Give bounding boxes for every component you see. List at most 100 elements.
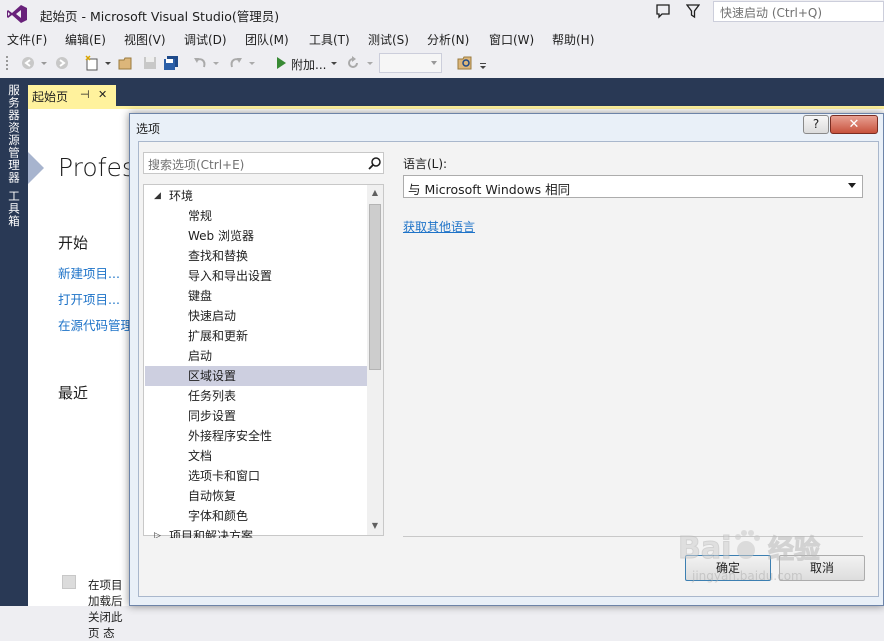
new-project-link[interactable]: 新建项目...	[58, 263, 120, 282]
window-title: 起始页 - Microsoft Visual Studio(管理员)	[40, 9, 280, 24]
forward-icon[interactable]	[54, 55, 70, 71]
menu-bar: 文件(F) 编辑(E) 视图(V) 调试(D) 团队(M) 工具(T) 测试(S…	[0, 28, 884, 50]
pin-icon[interactable]: ⊣	[80, 88, 90, 101]
start-debug-icon[interactable]	[275, 55, 287, 71]
tree-item[interactable]: 同步设置	[145, 406, 367, 426]
back-icon[interactable]	[20, 55, 36, 71]
scroll-thumb[interactable]	[369, 204, 381, 370]
tree-item[interactable]: 启动	[145, 346, 367, 366]
language-select[interactable]: 与 Microsoft Windows 相同	[403, 175, 863, 198]
tree-item-label: 自动恢复	[188, 489, 237, 503]
recent-heading: 最近	[58, 384, 89, 402]
tab-accent-line	[28, 106, 884, 109]
tree-item[interactable]: 文档	[145, 446, 367, 466]
tree-item[interactable]: 导入和导出设置	[145, 266, 367, 286]
tree-item[interactable]: 快速启动	[145, 306, 367, 326]
refresh-icon[interactable]	[345, 55, 361, 71]
new-project-icon[interactable]	[84, 55, 100, 71]
scroll-down-icon[interactable]: ▼	[369, 521, 381, 533]
tree-item[interactable]: 外接程序安全性	[145, 426, 367, 446]
toolbar: 附加...	[0, 50, 884, 78]
open-file-icon[interactable]	[118, 55, 134, 71]
menu-analyze[interactable]: 分析(N)	[427, 31, 469, 48]
expanded-arrow-icon[interactable]: ◢	[154, 186, 161, 206]
chevron-down-icon	[848, 183, 856, 188]
close-after-load-label: 在项目加载后关闭此页 态	[88, 578, 123, 640]
menu-file[interactable]: 文件(F)	[7, 31, 47, 48]
tree-item[interactable]: 自动恢复	[145, 486, 367, 506]
source-control-link[interactable]: 在源代码管理	[58, 315, 133, 334]
tree-item[interactable]: 扩展和更新	[145, 326, 367, 346]
tree-item-label: 查找和替换	[188, 249, 249, 263]
filter-icon[interactable]	[686, 3, 700, 19]
collapsed-arrow-icon[interactable]: ▷	[154, 526, 161, 538]
get-more-languages-link[interactable]: 获取其他语言	[403, 218, 475, 235]
tree-item[interactable]: 键盘	[145, 286, 367, 306]
options-search-input[interactable]: 搜索选项(Ctrl+E)	[143, 152, 384, 174]
tree-category[interactable]: ▷ 项目和解决方案	[145, 526, 367, 538]
tree-item[interactable]: 区域设置	[145, 366, 367, 386]
dialog-close-button[interactable]: ✕	[830, 115, 878, 134]
new-dropdown-icon[interactable]	[104, 55, 112, 71]
toolbox-tab[interactable]: 工具箱	[6, 190, 22, 228]
visual-studio-logo-icon	[7, 5, 27, 23]
chevron-down-icon	[431, 61, 437, 65]
tree-item-label: 区域设置	[188, 369, 237, 383]
menu-view[interactable]: 视图(V)	[124, 31, 166, 48]
configuration-dropdown[interactable]	[379, 53, 442, 73]
back-dropdown-icon[interactable]	[40, 55, 48, 71]
menu-help[interactable]: 帮助(H)	[552, 31, 594, 48]
menu-test[interactable]: 测试(S)	[368, 31, 409, 48]
tree-item-label: 外接程序安全性	[188, 429, 273, 443]
feedback-icon[interactable]	[655, 3, 671, 19]
tree-item-label: 任务列表	[188, 389, 237, 403]
open-project-link[interactable]: 打开项目...	[58, 289, 120, 308]
svg-text:jingyan.baidu.com: jingyan.baidu.com	[691, 569, 803, 583]
tree-item-label: 环境	[169, 189, 194, 203]
tree-item[interactable]: 字体和颜色	[145, 506, 367, 526]
attach-dropdown-icon[interactable]	[330, 55, 338, 71]
undo-icon[interactable]	[192, 55, 208, 71]
tree-item-label: 导入和导出设置	[188, 269, 273, 283]
quick-launch-input[interactable]: 快速启动 (Ctrl+Q)	[713, 1, 884, 22]
attach-button[interactable]: 附加...	[291, 56, 326, 72]
close-icon[interactable]: ✕	[98, 88, 107, 101]
refresh-dropdown-icon[interactable]	[366, 55, 374, 71]
tab-start-page[interactable]: 起始页 ⊣ ✕	[28, 85, 116, 106]
tree-item[interactable]: 查找和替换	[145, 246, 367, 266]
baidu-jingyan-watermark: Bai 经验 jingyan.baidu.com	[678, 530, 821, 583]
menu-team[interactable]: 团队(M)	[245, 31, 289, 48]
tree-item[interactable]: 常规	[145, 206, 367, 226]
tree-item[interactable]: Web 浏览器	[145, 226, 367, 246]
save-all-icon[interactable]	[163, 55, 179, 71]
tree-category[interactable]: ◢ 环境	[145, 186, 367, 206]
tree-item-label: 常规	[188, 209, 213, 223]
start-heading: 开始	[58, 234, 89, 252]
menu-edit[interactable]: 编辑(E)	[65, 31, 106, 48]
svg-text:经验: 经验	[768, 534, 820, 565]
language-label: 语言(L):	[403, 157, 448, 171]
side-tool-bar: 服务器资源管理器 工具箱	[0, 78, 28, 606]
tree-item[interactable]: 任务列表	[145, 386, 367, 406]
tree-item-label: 选项卡和窗口	[188, 469, 261, 483]
toolbar-overflow-icon[interactable]	[479, 55, 487, 71]
tree-item-label: 快速启动	[188, 309, 237, 323]
start-page-arrow-icon	[28, 152, 44, 184]
menu-debug[interactable]: 调试(D)	[184, 31, 227, 48]
search-icon[interactable]	[368, 156, 382, 170]
redo-dropdown-icon[interactable]	[248, 55, 256, 71]
close-after-load-checkbox[interactable]	[62, 575, 76, 589]
scroll-up-icon[interactable]: ▲	[369, 188, 381, 200]
redo-icon[interactable]	[228, 55, 244, 71]
help-button[interactable]: ?	[803, 115, 829, 134]
undo-dropdown-icon[interactable]	[212, 55, 220, 71]
tree-item-label: 扩展和更新	[188, 329, 249, 343]
server-explorer-tab[interactable]: 服务器资源管理器	[6, 84, 22, 184]
find-in-files-icon[interactable]	[457, 55, 473, 71]
save-icon[interactable]	[142, 55, 158, 71]
tree-item-label: 字体和颜色	[188, 509, 249, 523]
menu-tools[interactable]: 工具(T)	[309, 31, 350, 48]
toolbar-grip-icon	[6, 56, 8, 70]
menu-window[interactable]: 窗口(W)	[489, 31, 534, 48]
tree-item[interactable]: 选项卡和窗口	[145, 466, 367, 486]
